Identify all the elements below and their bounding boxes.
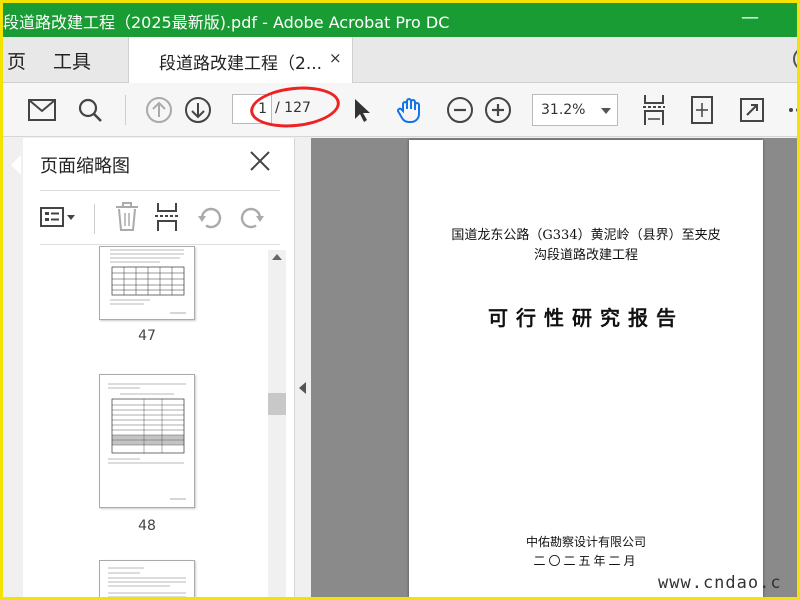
pdf-page: 国道龙东公路（G334）黄泥岭（县界）至夹皮 沟段道路改建工程 可行性研究报告 … [409,140,763,597]
thumbnail-page-number: 47 [138,328,156,344]
chevron-down-icon [601,108,611,114]
thumbnail-page-47[interactable] [99,246,195,320]
more-tools-icon[interactable] [783,95,797,125]
next-page-icon[interactable] [183,95,213,125]
site-watermark: www.cndao.c [658,573,782,593]
split-page-icon[interactable] [154,202,180,236]
collapse-panel-icon[interactable] [299,382,306,394]
toolbar-separator [94,204,95,234]
document-tab[interactable]: 段道路改建工程（2... × [128,37,353,83]
toolbar-separator [125,95,126,125]
select-arrow-icon[interactable] [347,95,377,125]
thumbnail-scrollbar[interactable] [268,250,286,597]
company-name: 中佑勘察设计有限公司 [525,535,646,549]
window-title: 段道路改建工程（2025最新版).pdf - Adobe Acrobat Pro… [3,13,450,32]
scroll-up-icon[interactable] [272,254,282,260]
options-menu-icon[interactable] [40,206,76,234]
close-tab-button[interactable]: × [329,49,342,67]
help-icon[interactable] [793,47,797,71]
document-tab-label: 段道路改建工程（2... [159,54,323,74]
thumbnail-list: 47 48 [23,246,268,597]
zoom-value: 31.2% [541,102,586,118]
full-screen-icon[interactable] [737,95,767,125]
thumbnail-page-number: 48 [138,518,156,534]
home-tab[interactable]: 页 [7,47,26,74]
panel-divider [40,244,280,245]
panel-divider [40,190,280,191]
rotate-right-icon[interactable] [238,204,266,236]
report-date: 二〇二五年二月 [533,554,639,568]
zoom-in-icon[interactable] [483,95,513,125]
title-bar: 段道路改建工程（2025最新版).pdf - Adobe Acrobat Pro… [3,3,797,37]
scroll-thumb[interactable] [268,393,286,415]
document-view: 国道龙东公路（G334）黄泥岭（县界）至夹皮 沟段道路改建工程 可行性研究报告 … [311,138,797,597]
thumbnail-page-48[interactable] [99,374,195,508]
rotate-left-icon[interactable] [196,204,224,236]
project-title-line-1: 国道龙东公路（G334）黄泥岭（县界）至夹皮 [451,228,721,243]
app-window: 段道路改建工程（2025最新版).pdf - Adobe Acrobat Pro… [0,0,800,600]
hand-tool-icon[interactable] [395,95,425,125]
previous-page-icon[interactable] [144,95,174,125]
sidebar-notch [11,155,21,175]
project-title-line-2: 沟段道路改建工程 [533,248,638,263]
main-toolbar: 1 / 127 31.2% [3,83,797,137]
panel-title: 页面缩略图 [40,156,130,177]
delete-page-icon[interactable] [114,202,140,236]
tools-tab[interactable]: 工具 [53,47,91,74]
fit-width-icon[interactable] [639,95,669,125]
panel-splitter[interactable] [295,138,311,597]
thumbnail-page-49[interactable] [99,560,195,597]
report-heading: 可行性研究报告 [488,306,684,330]
search-icon[interactable] [75,95,105,125]
fit-page-icon[interactable] [687,95,717,125]
minimize-button[interactable]: — [741,7,759,28]
zoom-select[interactable]: 31.2% [532,94,618,126]
close-panel-icon[interactable] [249,150,273,174]
thumbnail-panel: 页面缩略图 47 48 [23,138,295,597]
tab-bar: 页 工具 段道路改建工程（2... × [3,37,797,83]
zoom-out-icon[interactable] [445,95,475,125]
email-icon[interactable] [27,95,57,125]
